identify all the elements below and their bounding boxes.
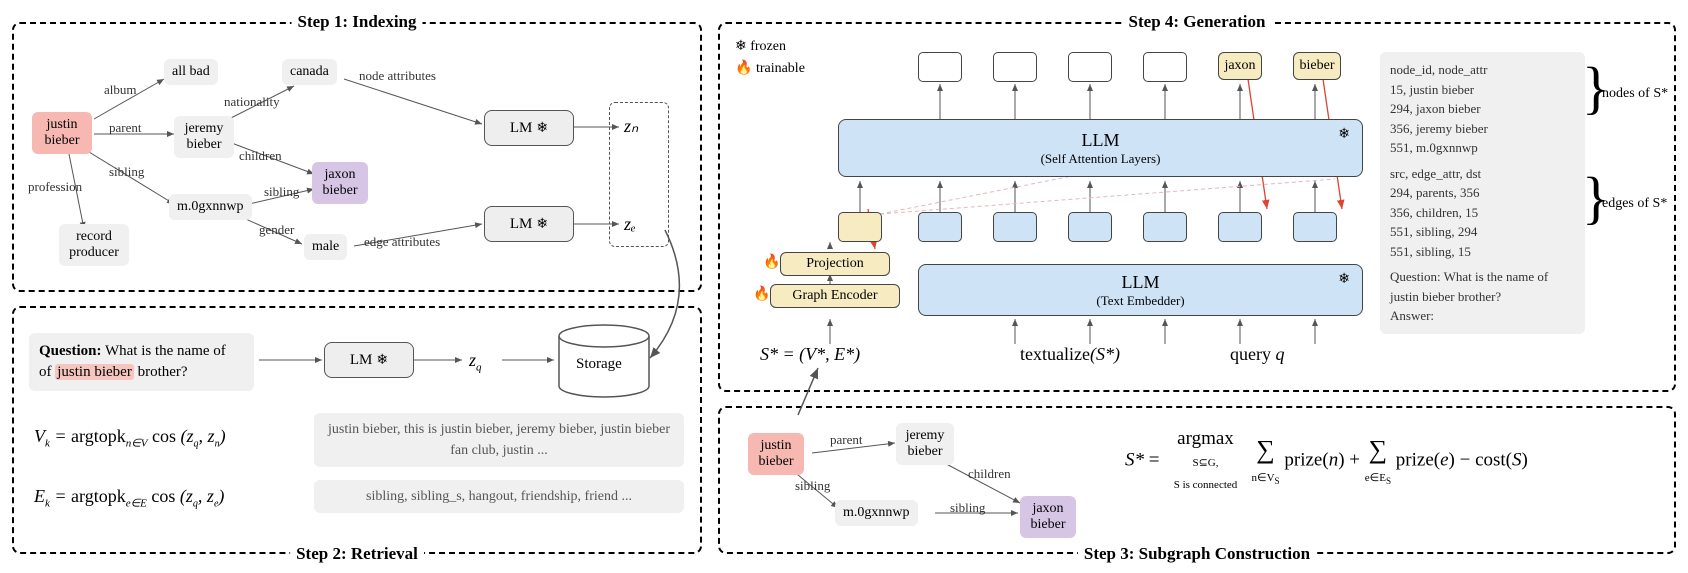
lm-box-nodes: LM❄ <box>484 110 574 146</box>
text-token-3 <box>1068 212 1112 242</box>
vk-equation: Vk = argtopkn∈V cos (zq, zn) <box>34 426 226 450</box>
storage-label: Storage <box>576 356 622 373</box>
projection-layer: 🔥 Projection <box>780 252 890 276</box>
textualized-sstar: node_id, node_attr 15, justin bieber 294… <box>1380 52 1585 334</box>
s3-edge-sibling-1: sibling <box>795 478 830 494</box>
ek-equation: Ek = argtopke∈E cos (zq, ze) <box>34 486 224 510</box>
step3-panel: Step 3: Subgraph Construction justin bie… <box>718 406 1676 554</box>
output-token-blank-2 <box>993 52 1037 82</box>
zn-ze-group <box>609 102 669 247</box>
output-token-blank-4 <box>1143 52 1187 82</box>
step4-panel: Step 4: Generation ❄ frozen 🔥 trainable <box>718 22 1676 392</box>
frozen-icon: ❄ <box>1338 271 1350 288</box>
edge-node-attr: node attributes <box>359 68 436 84</box>
edge-nationality: nationality <box>224 94 280 110</box>
edge-children: children <box>239 148 282 164</box>
question-label: Question: <box>39 343 102 359</box>
node-jeremy-bieber: jeremy bieber <box>174 116 234 158</box>
question-box: Question: What is the name of of justin … <box>29 333 254 391</box>
output-token-jaxon: jaxon <box>1218 52 1262 80</box>
node-jaxon-bieber: jaxon bieber <box>312 162 368 204</box>
text-token-2 <box>993 212 1037 242</box>
s3-node-jaxon: jaxon bieber <box>1020 496 1076 538</box>
frozen-icon: ❄ <box>1338 126 1350 143</box>
s3-edge-parent: parent <box>830 432 862 448</box>
frozen-icon: ❄ <box>536 216 548 233</box>
node-all-bad: all bad <box>164 59 218 85</box>
text-token-5 <box>1218 212 1262 242</box>
output-token-bieber: bieber <box>1293 52 1341 80</box>
llm-self-attention: LLM ❄ (Self Attention Layers) <box>838 119 1363 177</box>
step1-panel: Step 1: Indexing justin bieber all bad j… <box>12 22 702 292</box>
node-male: male <box>304 234 347 260</box>
s3-edge-sibling-2: sibling <box>950 500 985 516</box>
ek-result-list: sibling, sibling_s, hangout, friendship,… <box>314 480 684 513</box>
zq-symbol: zq <box>469 350 482 374</box>
output-token-blank-3 <box>1068 52 1112 82</box>
vk-result-list: justin bieber, this is justin bieber, je… <box>314 413 684 467</box>
frozen-icon: ❄ <box>376 352 388 369</box>
graph-encoder: 🔥 Graph Encoder <box>770 284 900 308</box>
node-justin-bieber: justin bieber <box>32 112 92 154</box>
edge-sibling-2: sibling <box>264 184 299 200</box>
text-token-4 <box>1143 212 1187 242</box>
question-entity: justin bieber <box>55 364 134 380</box>
frozen-icon: ❄ <box>536 120 548 137</box>
node-record-producer: record producer <box>59 224 129 266</box>
s3-node-m0: m.0gxnnwp <box>835 500 918 526</box>
node-m0: m.0gxnnwp <box>169 194 252 220</box>
lm-box-edges: LM❄ <box>484 206 574 242</box>
query-label: query q <box>1230 344 1284 365</box>
trainable-icon: 🔥 <box>763 255 780 271</box>
edge-sibling-1: sibling <box>109 164 144 180</box>
text-token-1 <box>918 212 962 242</box>
s3-node-justin: justin bieber <box>748 433 804 475</box>
graph-token <box>838 212 882 242</box>
output-token-blank-1 <box>918 52 962 82</box>
step2-panel: Step 2: Retrieval Question: What is the … <box>12 306 702 554</box>
edges-of-sstar: edges of S* <box>1602 196 1667 212</box>
edge-parent: parent <box>109 120 141 136</box>
trainable-icon: 🔥 <box>753 287 770 303</box>
edge-album: album <box>104 82 137 98</box>
s-star-input: S* = (V*, E*) <box>760 344 860 365</box>
node-canada: canada <box>282 59 337 85</box>
sstar-equation: S* = argmax S⊆G,S is connected ∑n∈VS pri… <box>1125 428 1528 494</box>
text-token-6 <box>1293 212 1337 242</box>
nodes-of-sstar: nodes of S* <box>1602 86 1668 102</box>
llm-text-embedder: LLM ❄ (Text Embedder) <box>918 264 1363 316</box>
edge-edge-attr: edge attributes <box>364 234 440 250</box>
s3-edge-children: children <box>968 466 1011 482</box>
edge-profession: profession <box>28 179 82 195</box>
edge-gender: gender <box>259 222 294 238</box>
lm-box-query: LM❄ <box>324 342 414 378</box>
s3-node-jeremy: jeremy bieber <box>896 423 954 465</box>
textualize-label: textualize(S*) <box>1020 344 1120 365</box>
